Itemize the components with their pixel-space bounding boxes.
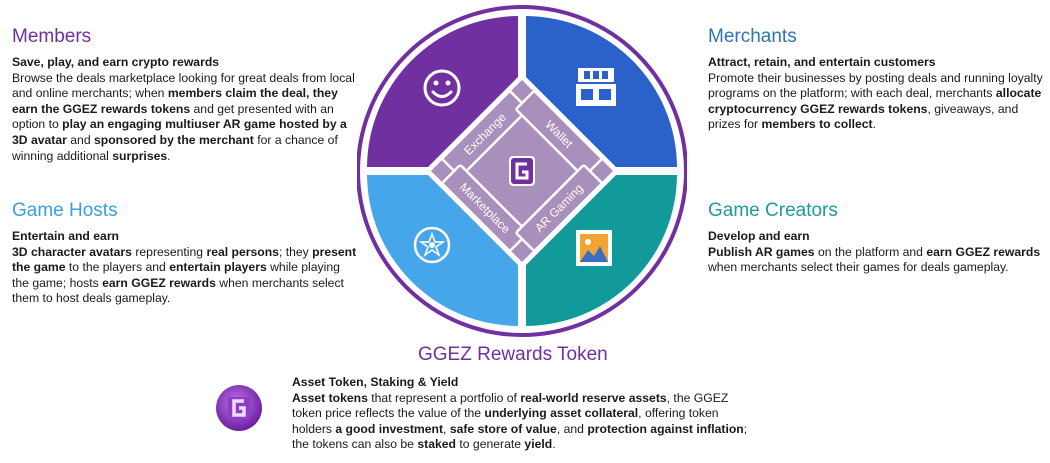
body-text: . xyxy=(167,148,171,163)
game-creators-section: Game Creators Develop and earn Publish A… xyxy=(708,200,1043,276)
emphasis-text: yield xyxy=(524,437,553,452)
merchants-description: Promote their businesses by posting deal… xyxy=(708,71,1043,133)
game-hosts-section: Game Hosts Entertain and earn 3D charact… xyxy=(12,200,357,307)
body-text: that represent a portfolio of xyxy=(367,390,521,405)
token-description: Asset tokens that represent a portfolio … xyxy=(292,391,752,453)
emphasis-text: staked xyxy=(417,437,456,452)
game-hosts-subtitle: Entertain and earn xyxy=(12,229,120,243)
ggez-logo-icon xyxy=(509,156,535,186)
body-text: . xyxy=(872,117,876,132)
members-subtitle: Save, play, and earn crypto rewards xyxy=(12,55,220,69)
merchants-subtitle: Attract, retain, and entertain customers xyxy=(708,55,936,69)
platform-wheel-diagram: Exchange Wallet Marketplace AR Gaming xyxy=(357,5,687,337)
emphasis-text: Asset tokens xyxy=(292,390,368,405)
emphasis-text: Publish AR games xyxy=(708,244,815,259)
emphasis-text: real persons xyxy=(206,244,279,259)
emphasis-text: sponsored by the merchant xyxy=(94,132,254,147)
emphasis-text: a good investment xyxy=(335,421,444,436)
members-title: Members xyxy=(12,26,92,47)
token-section: Asset Token, Staking & Yield Asset token… xyxy=(292,375,752,453)
body-text: . xyxy=(552,437,556,452)
body-text: ; they xyxy=(278,244,313,259)
emphasis-text: earn GGEZ rewards xyxy=(926,244,1041,259)
game-hosts-description: 3D character avatars representing real p… xyxy=(12,245,357,307)
emphasis-text: real-world reserve assets xyxy=(520,390,667,405)
emphasis-text: members to collect xyxy=(761,117,873,132)
merchants-section: Merchants Attract, retain, and entertain… xyxy=(708,26,1043,133)
body-text: , and xyxy=(556,421,588,436)
body-text: Promote their businesses by posting deal… xyxy=(708,70,1043,101)
body-text: , xyxy=(443,421,450,436)
emphasis-text: earn GGEZ rewards xyxy=(102,275,216,290)
ar-game-picture-icon xyxy=(576,230,612,266)
token-subtitle: Asset Token, Staking & Yield xyxy=(292,375,459,389)
game-hosts-title: Game Hosts xyxy=(12,200,118,221)
body-text: on the platform and xyxy=(814,244,927,259)
ggez-token-icon xyxy=(216,385,262,431)
emphasis-text: 3D character avatars xyxy=(12,244,132,259)
body-text: representing xyxy=(131,244,207,259)
members-section: Members Save, play, and earn crypto rewa… xyxy=(12,26,357,164)
body-text: to the players and xyxy=(65,260,170,275)
emphasis-text: entertain players xyxy=(169,260,267,275)
emphasis-text: safe store of value xyxy=(449,421,557,436)
token-title: GGEZ Rewards Token xyxy=(418,344,608,365)
members-description: Browse the deals marketplace looking for… xyxy=(12,71,357,165)
body-text: and xyxy=(66,132,94,147)
body-text: when merchants select their games for de… xyxy=(708,260,1009,275)
game-creators-subtitle: Develop and earn xyxy=(708,229,810,243)
emphasis-text: protection against inflation xyxy=(587,421,744,436)
merchants-title: Merchants xyxy=(708,26,797,47)
storefront-icon xyxy=(576,68,616,106)
game-creators-title: Game Creators xyxy=(708,200,838,221)
game-creators-description: Publish AR games on the platform and ear… xyxy=(708,245,1043,276)
emphasis-text: underlying asset collateral xyxy=(484,406,639,421)
body-text: to generate xyxy=(455,437,525,452)
emphasis-text: surprises xyxy=(112,148,168,163)
